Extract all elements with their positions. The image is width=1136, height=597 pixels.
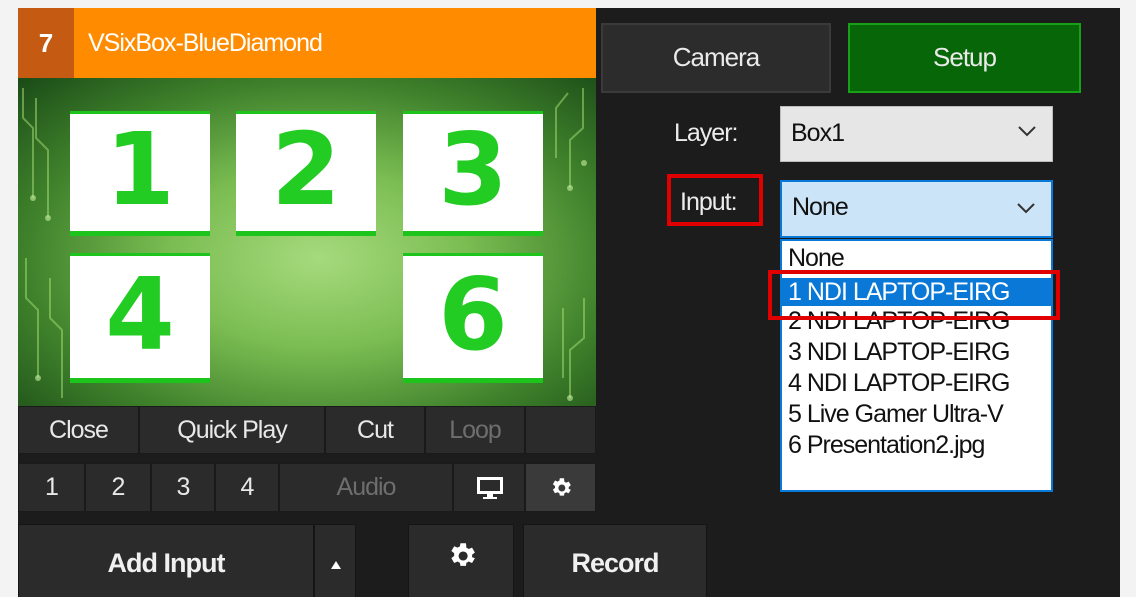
layer-select[interactable]: Box1: [780, 106, 1053, 162]
chevron-down-icon: [1018, 126, 1036, 137]
input-option[interactable]: 4 NDI LAPTOP-EIRG: [782, 368, 1051, 399]
preview-tile-1: 1: [70, 111, 210, 236]
add-input-menu-button[interactable]: [314, 524, 356, 597]
input-option[interactable]: 6 Presentation2.jpg: [782, 430, 1051, 461]
selected-option-highlight: [768, 270, 1060, 320]
input-number: 7: [18, 8, 74, 78]
gear-icon: [552, 478, 571, 496]
preview-tile-6: 6: [403, 253, 543, 383]
settings-button[interactable]: [408, 524, 514, 597]
input-label-highlight: [667, 174, 763, 226]
add-input-button[interactable]: Add Input: [18, 524, 314, 597]
tab-camera[interactable]: Camera: [601, 23, 831, 93]
tab-setup[interactable]: Setup: [848, 23, 1081, 93]
external-output-button[interactable]: [453, 463, 525, 512]
close-button[interactable]: Close: [18, 406, 139, 454]
vmix-window: 7 VSixBox-BlueDiamond 1 2 3 4 6 Close Qu…: [18, 8, 1120, 597]
preview-tile-2: 2: [236, 111, 376, 236]
monitor-icon: [477, 477, 503, 499]
overlay-3-button[interactable]: 3: [151, 463, 215, 512]
overlay-2-button[interactable]: 2: [85, 463, 151, 512]
input-title: VSixBox-BlueDiamond: [88, 29, 323, 57]
input-option[interactable]: 3 NDI LAPTOP-EIRG: [782, 337, 1051, 368]
input-select-value: None: [792, 193, 849, 221]
input-preview[interactable]: 1 2 3 4 6: [18, 78, 596, 406]
gear-icon: [451, 543, 475, 566]
preview-tile-4: 4: [70, 253, 210, 383]
empty-slot: [525, 406, 596, 454]
loop-button[interactable]: Loop: [425, 406, 525, 454]
triangle-up-icon: [331, 561, 341, 569]
quick-play-button[interactable]: Quick Play: [139, 406, 325, 454]
preview-tile-3: 3: [403, 111, 543, 236]
chevron-down-icon: [1017, 203, 1035, 214]
layer-label: Layer:: [674, 119, 738, 147]
audio-button[interactable]: Audio: [279, 463, 453, 512]
input-option[interactable]: None: [782, 241, 1051, 272]
layer-select-value: Box1: [791, 119, 845, 147]
input-option[interactable]: 5 Live Gamer Ultra-V: [782, 399, 1051, 430]
cut-button[interactable]: Cut: [325, 406, 425, 454]
record-button[interactable]: Record: [523, 524, 707, 597]
overlay-4-button[interactable]: 4: [215, 463, 279, 512]
input-select[interactable]: None: [780, 180, 1053, 238]
input-settings-button[interactable]: [525, 463, 596, 512]
overlay-1-button[interactable]: 1: [18, 463, 85, 512]
